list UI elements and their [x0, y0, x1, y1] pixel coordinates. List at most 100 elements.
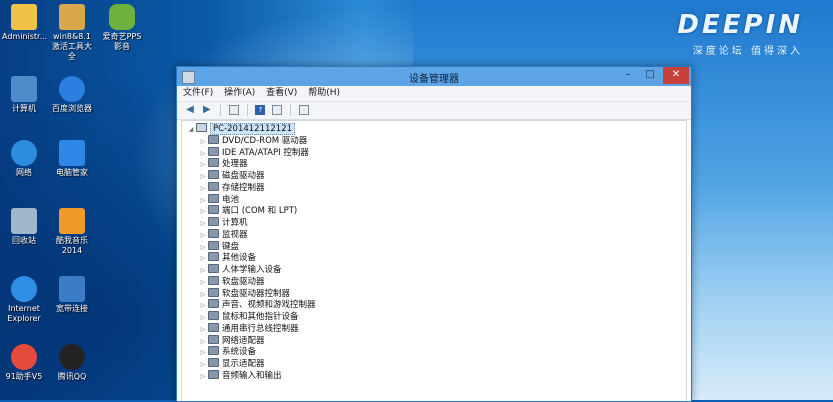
- collapse-arrow-icon[interactable]: ◢: [186, 124, 196, 136]
- device-category-label: 键盘: [222, 241, 240, 252]
- expand-arrow-icon[interactable]: ▷: [198, 136, 208, 148]
- maximize-button[interactable]: □: [639, 67, 661, 84]
- menu-action[interactable]: 操作(A): [224, 86, 255, 101]
- expand-arrow-icon[interactable]: ▷: [198, 277, 208, 289]
- desktop-icon-network[interactable]: 网络: [2, 140, 46, 178]
- device-category-icon: [208, 252, 219, 262]
- menu-file[interactable]: 文件(F): [183, 86, 213, 101]
- device-category-label: 系统设备: [222, 347, 257, 358]
- desktop-icon-baidu-browser[interactable]: 百度浏览器: [50, 76, 94, 114]
- device-category-item[interactable]: ▷ 音频输入和输出: [186, 369, 686, 383]
- shield-icon: [59, 140, 85, 166]
- forward-arrow-icon[interactable]: ▶: [202, 105, 212, 115]
- help-icon[interactable]: ?: [255, 105, 266, 115]
- browser-icon: [59, 76, 85, 102]
- expand-arrow-icon[interactable]: ▷: [198, 324, 208, 336]
- device-category-item[interactable]: ▷ 电池: [186, 193, 686, 206]
- device-category-item[interactable]: ▷ 通用串行总线控制器: [186, 322, 686, 336]
- desktop-icon-label: 宽带连接: [56, 304, 88, 313]
- device-category-item[interactable]: ▷ 网络适配器: [186, 334, 686, 347]
- desktop-icon-pps[interactable]: 爱奇艺PPS影音: [100, 4, 144, 52]
- expand-arrow-icon[interactable]: ▷: [198, 312, 208, 324]
- minimize-button[interactable]: –: [617, 67, 639, 84]
- device-category-icon: [208, 240, 219, 250]
- device-category-item[interactable]: ▷ 键盘: [186, 240, 686, 253]
- expand-arrow-icon[interactable]: ▷: [198, 359, 208, 371]
- device-category-item[interactable]: ▷ 鼠标和其他指针设备: [186, 311, 686, 323]
- toolbar-separator: [219, 104, 221, 116]
- title-bar[interactable]: 设备管理器 – □ ✕: [177, 67, 691, 86]
- device-category-item[interactable]: ▷ 软盘驱动器: [186, 275, 686, 289]
- device-category-icon: [208, 170, 219, 179]
- desktop-icon-win8-tools[interactable]: win8&8.1激活工具大全: [50, 4, 94, 62]
- expand-arrow-icon[interactable]: ▷: [198, 371, 208, 383]
- device-category-item[interactable]: ▷ 系统设备: [186, 346, 686, 358]
- menu-help[interactable]: 帮助(H): [308, 86, 340, 101]
- device-category-label: DVD/CD-ROM 驱动器: [222, 135, 308, 146]
- expand-arrow-icon[interactable]: ▷: [198, 265, 208, 277]
- device-category-item[interactable]: ▷ 计算机: [186, 217, 686, 229]
- user-folder-icon: [11, 4, 37, 30]
- expand-arrow-icon[interactable]: ▷: [198, 230, 208, 242]
- device-category-item[interactable]: ▷ 磁盘驱动器: [186, 170, 686, 182]
- computer-icon: [196, 123, 207, 132]
- device-category-item[interactable]: ▷ 处理器: [186, 158, 686, 170]
- desktop-icon-label: 电脑管家: [56, 168, 88, 177]
- device-category-item[interactable]: ▷ DVD/CD-ROM 驱动器: [186, 134, 686, 148]
- back-arrow-icon[interactable]: ◀: [185, 105, 195, 115]
- device-category-item[interactable]: ▷ 监视器: [186, 228, 686, 242]
- desktop-icon-label: Administr...: [2, 32, 48, 41]
- desktop-icon-ie[interactable]: Internet Explorer: [2, 276, 46, 324]
- device-category-icon: [208, 181, 219, 191]
- device-category-item[interactable]: ▷ IDE ATA/ATAPI 控制器: [186, 146, 686, 159]
- desktop-icon-qq[interactable]: 腾讯QQ: [50, 344, 94, 382]
- device-tree: ◢ PC-201412112121 ▷ DVD/CD-ROM 驱动器 ▷ IDE ATA…: [182, 121, 686, 382]
- device-category-icon: [208, 311, 219, 320]
- device-category-label: 通用串行总线控制器: [222, 323, 299, 334]
- device-category-icon: [208, 334, 219, 344]
- desktop-icon-pc-manager[interactable]: 电脑管家: [50, 140, 94, 178]
- expand-arrow-icon[interactable]: ▷: [198, 218, 208, 230]
- device-tree-pane[interactable]: ◢ PC-201412112121 ▷ DVD/CD-ROM 驱动器 ▷ IDE ATA…: [181, 120, 687, 401]
- toolbar: ◀ ▶ ?: [177, 102, 691, 120]
- desktop-icon-label: 回收站: [12, 236, 36, 245]
- desktop-icon-label: 91助手V5: [5, 372, 43, 381]
- scan-hardware-icon[interactable]: [299, 105, 309, 115]
- qq-penguin-icon: [59, 344, 85, 370]
- device-category-item[interactable]: ▷ 端口 (COM 和 LPT): [186, 205, 686, 217]
- device-category-item[interactable]: ▷ 其他设备: [186, 252, 686, 264]
- device-category-item[interactable]: ▷ 声音、视频和游戏控制器: [186, 299, 686, 311]
- device-manager-window[interactable]: 设备管理器 – □ ✕ 文件(F) 操作(A) 查看(V) 帮助(H) ◀ ▶ …: [176, 66, 692, 402]
- properties-icon[interactable]: [272, 105, 283, 115]
- internet-explorer-icon: [11, 276, 37, 302]
- computer-icon: [11, 76, 37, 102]
- desktop-icon-91[interactable]: 91助手V5: [2, 344, 46, 382]
- toolbar-separator: [246, 104, 248, 116]
- device-category-label: 其他设备: [222, 253, 257, 264]
- expand-arrow-icon[interactable]: ▷: [198, 171, 208, 183]
- device-category-icon: [208, 275, 219, 285]
- desktop-icon-computer[interactable]: 计算机: [2, 76, 46, 114]
- device-category-icon: [208, 146, 219, 156]
- device-category-item[interactable]: ▷ 存储控制器: [186, 181, 686, 195]
- menu-view[interactable]: 查看(V): [266, 86, 297, 101]
- device-category-label: 音频输入和输出: [222, 370, 282, 381]
- device-category-label: 存储控制器: [222, 182, 265, 193]
- tree-root[interactable]: ◢ PC-201412112121: [186, 123, 686, 135]
- device-category-icon: [208, 158, 219, 168]
- desktop-icon-recycle-bin[interactable]: 回收站: [2, 208, 46, 246]
- close-button[interactable]: ✕: [663, 67, 689, 84]
- device-category-item[interactable]: ▷ 人体学输入设备: [186, 264, 686, 276]
- desktop-icon-kuwo[interactable]: 酷我音乐2014: [50, 208, 94, 256]
- device-category-item[interactable]: ▷ 软盘驱动器控制器: [186, 287, 686, 300]
- device-category-item[interactable]: ▷ 显示适配器: [186, 358, 686, 370]
- zip-file-icon: [59, 4, 85, 30]
- show-hide-tree-icon[interactable]: [228, 105, 239, 115]
- device-category-label: 人体学输入设备: [222, 265, 282, 275]
- desktop-icon-label: 网络: [16, 168, 32, 177]
- desktop-icon-administrator[interactable]: Administr...: [2, 4, 48, 42]
- device-category-label: 显示适配器: [222, 359, 265, 369]
- expand-arrow-icon[interactable]: ▷: [198, 183, 208, 195]
- desktop-icon-broadband[interactable]: 宽带连接: [50, 276, 94, 314]
- device-category-label: 软盘驱动器: [222, 276, 265, 287]
